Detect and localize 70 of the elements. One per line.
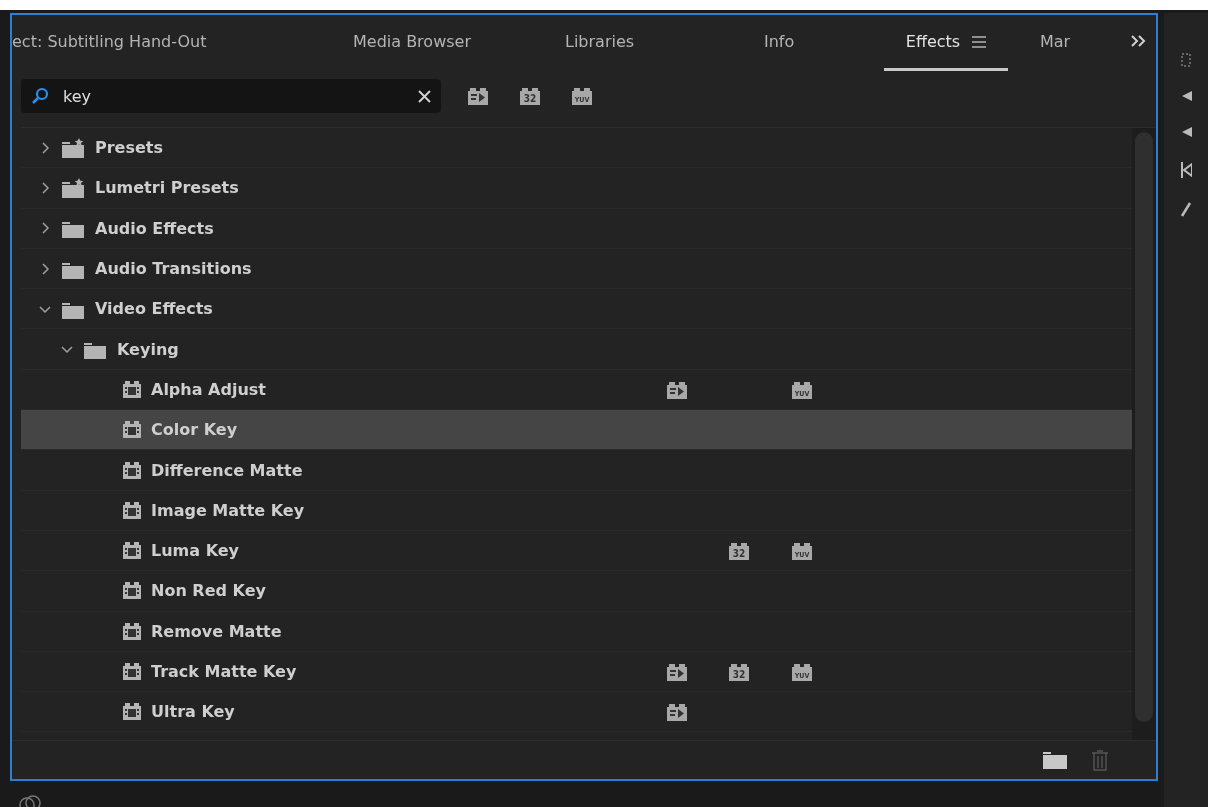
preset-folder-icon	[61, 137, 85, 158]
tree-row[interactable]: Difference Matte	[21, 450, 1132, 491]
tree-row[interactable]: Ultra Key	[21, 692, 1132, 733]
tree-row[interactable]: Presets	[21, 128, 1132, 169]
film-icon	[123, 582, 141, 600]
panel-tab[interactable]: ect: Subtitling Hand-Out	[12, 15, 353, 71]
film-icon	[123, 703, 141, 721]
selection-tool-icon[interactable]	[1181, 53, 1191, 67]
film-icon	[123, 380, 141, 398]
accelerated-badge	[666, 703, 688, 722]
tree-label: Alpha Adjust	[151, 379, 266, 399]
tree-label: Image Matte Key	[151, 500, 305, 520]
film-icon	[123, 421, 141, 439]
tree-label: Presets	[95, 138, 163, 158]
search-icon	[31, 87, 49, 105]
tree-row[interactable]: Lumetri Presets	[21, 168, 1132, 209]
tree-label: Lumetri Presets	[95, 178, 239, 198]
filter-button[interactable]: 32	[511, 87, 549, 105]
tree-row[interactable]: Keying	[21, 329, 1132, 370]
panel-tab[interactable]: Mar	[1040, 15, 1110, 71]
chevron-right-icon[interactable]	[39, 181, 51, 194]
preset-folder-icon	[61, 177, 85, 198]
tree-label: Ultra Key	[151, 702, 235, 722]
tree-row[interactable]: Color Key	[21, 410, 1132, 451]
chevron-right-icon[interactable]	[39, 262, 51, 275]
tree-label: Video Effects	[95, 299, 213, 319]
accelerated-icon	[467, 87, 489, 105]
accelerated-badge	[666, 380, 688, 399]
film-icon	[123, 461, 141, 479]
chevron-right-icon[interactable]	[39, 222, 51, 235]
film-icon	[123, 663, 141, 680]
menu-icon[interactable]	[972, 35, 987, 48]
panel-tab[interactable]: Media Browser	[353, 15, 565, 71]
folder-icon[interactable]	[1042, 750, 1068, 770]
film-icon	[123, 622, 141, 640]
tree-row[interactable]: Non Red Key	[21, 571, 1132, 612]
tree-row[interactable]: Video Effects	[21, 289, 1132, 330]
close-icon[interactable]	[418, 89, 431, 103]
tree-row[interactable]: Remove Matte	[21, 611, 1132, 652]
tree-label: Audio Transitions	[95, 259, 252, 279]
edit-tool-icon[interactable]	[1180, 161, 1192, 179]
tree-row[interactable]: Image Matte Key	[21, 490, 1132, 531]
tree-label: Track Matte Key	[151, 662, 297, 681]
tree-label: Difference Matte	[151, 460, 303, 480]
search-field[interactable]: key	[21, 79, 441, 113]
search-input[interactable]: key	[63, 86, 404, 106]
bit-depth-badge: 32	[728, 662, 750, 681]
circles-icon[interactable]	[18, 793, 42, 807]
panel-tab[interactable]: Effects	[884, 15, 1008, 71]
panel-tab[interactable]: Libraries	[565, 15, 764, 71]
chevron-right-icon[interactable]	[39, 141, 51, 154]
panel-tab[interactable]: Info	[764, 15, 884, 71]
tree-label: Luma Key	[151, 541, 240, 561]
tree-label: Audio Effects	[95, 218, 214, 238]
film-icon	[123, 501, 141, 519]
accelerated-badge	[666, 662, 688, 681]
tree-label: Non Red Key	[151, 581, 266, 601]
tree-label: Remove Matte	[151, 621, 282, 641]
arrow-tool-icon[interactable]	[1180, 89, 1192, 103]
bit-depth-badge: 32	[728, 541, 750, 560]
pen-tool-icon[interactable]	[1180, 201, 1192, 217]
bit-depth-icon: 32	[519, 87, 541, 105]
tree-row[interactable]: Audio Transitions	[21, 248, 1132, 290]
film-icon	[123, 542, 141, 560]
arrow-tool-icon[interactable]	[1180, 125, 1192, 139]
tree-label: Keying	[117, 339, 179, 359]
tree-label: Color Key	[151, 420, 238, 440]
chevron-down-icon[interactable]	[61, 343, 73, 356]
tree-row[interactable]: Audio Effects	[21, 208, 1132, 249]
overflow-chevrons-icon[interactable]	[1130, 35, 1146, 47]
